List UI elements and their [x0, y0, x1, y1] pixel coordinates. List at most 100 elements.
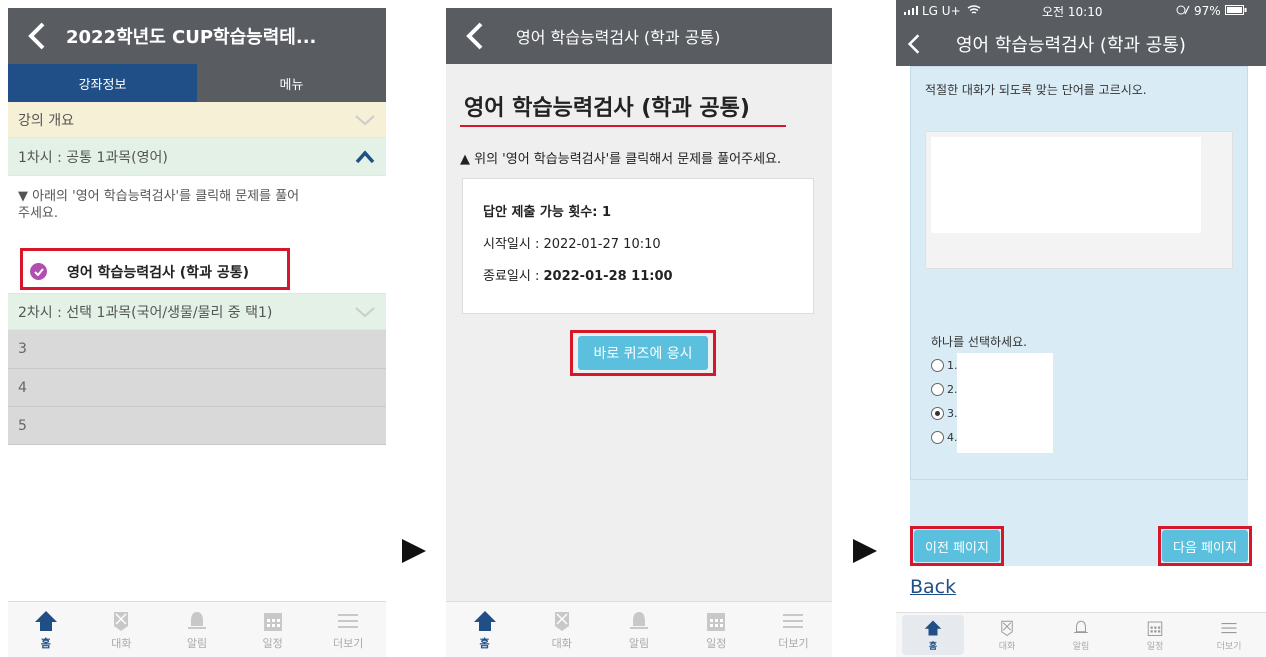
nav-more[interactable]: 더보기 — [1192, 613, 1266, 657]
nav-schedule-label: 일정 — [706, 636, 727, 650]
nav-schedule[interactable]: 일정 — [1118, 613, 1192, 657]
section-5-label: 5 — [18, 417, 27, 434]
back-button[interactable] — [8, 8, 66, 64]
highlight-start-button — [570, 330, 716, 376]
tab-course-info[interactable]: 강좌정보 — [8, 64, 197, 102]
nav-home[interactable]: 홈 — [446, 602, 523, 657]
back-link[interactable]: Back — [910, 576, 956, 598]
instruction-text: ▼ 아래의 '영어 학습능력검사'를 클릭해 문제를 풀어주세요. — [18, 189, 300, 221]
nav-chat-label: 대화 — [998, 641, 1016, 652]
nav-chat-label: 대화 — [111, 636, 132, 650]
menu-icon — [783, 613, 804, 628]
session-1-content: ▼ 아래의 '영어 학습능력검사'를 클릭해 문제를 풀어주세요. — [8, 176, 386, 251]
wifi-icon — [967, 4, 981, 18]
attempts-text: 답안 제출 가능 횟수: 1 — [483, 205, 612, 220]
section-5[interactable]: 5 — [8, 407, 386, 445]
chevron-down-icon — [355, 114, 375, 125]
quiz-info-card: 답안 제출 가능 횟수: 1 시작일시 : 2022-01-27 10:10 종… — [462, 178, 814, 314]
back-arrow-icon — [466, 22, 483, 50]
radio-3-selected[interactable] — [931, 407, 944, 420]
nav-chat[interactable]: 대화 — [523, 602, 600, 657]
option-2[interactable]: 2. — [931, 383, 958, 396]
signal-icon — [904, 4, 918, 18]
back-button[interactable] — [896, 22, 932, 66]
bottom-nav: 홈 대화 알림 일정 더보기 — [446, 601, 832, 657]
question-text: 적절한 대화가 되도록 맞는 단어를 고르시오. — [925, 83, 1147, 97]
top-bar: 2022학년도 CUP학습능력테... — [8, 8, 386, 64]
nav-alerts-label: 알림 — [186, 636, 208, 650]
home-icon — [473, 610, 496, 631]
nav-chat[interactable]: 대화 — [970, 613, 1044, 657]
choose-prompt: 하나를 선택하세요. — [931, 335, 1027, 349]
nav-more-label: 더보기 — [778, 636, 809, 650]
radio-1[interactable] — [931, 359, 944, 372]
end-date-label: 종료일시 : — [483, 269, 544, 284]
page-title: 2022학년도 CUP학습능력테... — [66, 27, 317, 48]
nav-more-label: 더보기 — [1216, 641, 1242, 652]
option-3[interactable]: 3. — [931, 407, 958, 420]
menu-icon — [338, 613, 359, 628]
section-session-1[interactable]: 1차시 : 공통 1과목(영어) — [8, 138, 386, 176]
status-bar: LG U+ 오전 10:10 97% — [896, 0, 1266, 22]
nav-alerts-label: 알림 — [1072, 641, 1090, 652]
location-icon — [1176, 4, 1190, 18]
bottom-nav: 홈 대화 알림 일정 더보기 — [8, 601, 386, 657]
section-3-label: 3 — [18, 341, 27, 357]
nav-home[interactable]: 홈 — [8, 602, 84, 657]
calendar-icon — [263, 612, 282, 631]
carrier-text: LG U+ — [922, 4, 961, 18]
nav-home[interactable]: 홈 — [896, 613, 970, 657]
phone-quiz-info-screen: 영어 학습능력검사 (학과 공통) 영어 학습능력검사 (학과 공통) ▲ 위의… — [446, 8, 832, 657]
section-overview-label: 강의 개요 — [18, 112, 74, 129]
highlight-next-button — [1158, 526, 1252, 566]
nav-alerts-label: 알림 — [628, 636, 650, 650]
phone-quiz-question-screen: LG U+ 오전 10:10 97% 영어 학습능력검사 (학과 공통) 적절한… — [896, 0, 1266, 657]
option-3-label: 3. — [947, 407, 958, 420]
heading-underline — [460, 125, 786, 127]
chevron-down-icon — [355, 306, 375, 317]
nav-alerts[interactable]: 알림 — [600, 602, 677, 657]
nav-chat-label: 대화 — [551, 636, 572, 650]
section-4[interactable]: 4 — [8, 369, 386, 407]
option-4-label: 4. — [947, 431, 958, 444]
step-arrow-icon — [402, 539, 426, 563]
start-date-text: 시작일시 : 2022-01-27 10:10 — [483, 237, 661, 252]
quiz-heading: 영어 학습능력검사 (학과 공통) — [464, 96, 750, 121]
nav-alerts[interactable]: 알림 — [159, 602, 235, 657]
tab-menu[interactable]: 메뉴 — [197, 64, 386, 102]
nav-more-label: 더보기 — [332, 636, 364, 650]
nav-alerts[interactable]: 알림 — [1044, 613, 1118, 657]
top-bar: 영어 학습능력검사 (학과 공통) — [896, 22, 1266, 66]
passage-image — [931, 137, 1201, 233]
chat-icon — [114, 611, 129, 631]
radio-2[interactable] — [931, 383, 944, 396]
end-date-value: 2022-01-28 11:00 — [543, 269, 673, 284]
nav-chat[interactable]: 대화 — [84, 602, 160, 657]
nav-more[interactable]: 더보기 — [755, 602, 832, 657]
chat-icon — [554, 611, 569, 631]
bell-icon — [187, 611, 206, 629]
nav-schedule-label: 일정 — [1146, 641, 1164, 652]
nav-schedule[interactable]: 일정 — [235, 602, 311, 657]
option-1[interactable]: 1. — [931, 359, 958, 372]
calendar-icon — [707, 612, 726, 631]
chevron-up-icon — [355, 149, 375, 163]
battery-percent: 97% — [1194, 4, 1221, 18]
options-image — [957, 353, 1053, 453]
section-4-label: 4 — [18, 379, 27, 396]
nav-schedule[interactable]: 일정 — [678, 602, 755, 657]
radio-4[interactable] — [931, 431, 944, 444]
nav-more[interactable]: 더보기 — [310, 602, 386, 657]
nav-home-label: 홈 — [928, 641, 938, 652]
section-session-2[interactable]: 2차시 : 선택 1과목(국어/생물/물리 중 택1) — [8, 294, 386, 330]
status-time: 오전 10:10 — [1042, 4, 1103, 19]
section-3[interactable]: 3 — [8, 330, 386, 369]
back-button[interactable] — [446, 8, 504, 64]
option-4[interactable]: 4. — [931, 431, 958, 444]
step-arrow-icon — [853, 539, 877, 563]
status-right: 97% — [1176, 4, 1247, 18]
page-title: 영어 학습능력검사 (학과 공통) — [956, 35, 1186, 56]
question-panel: 적절한 대화가 되도록 맞는 단어를 고르시오. 하나를 선택하세요. 1. 2… — [910, 66, 1248, 480]
section-overview[interactable]: 강의 개요 — [8, 102, 386, 138]
menu-icon — [1221, 622, 1237, 633]
